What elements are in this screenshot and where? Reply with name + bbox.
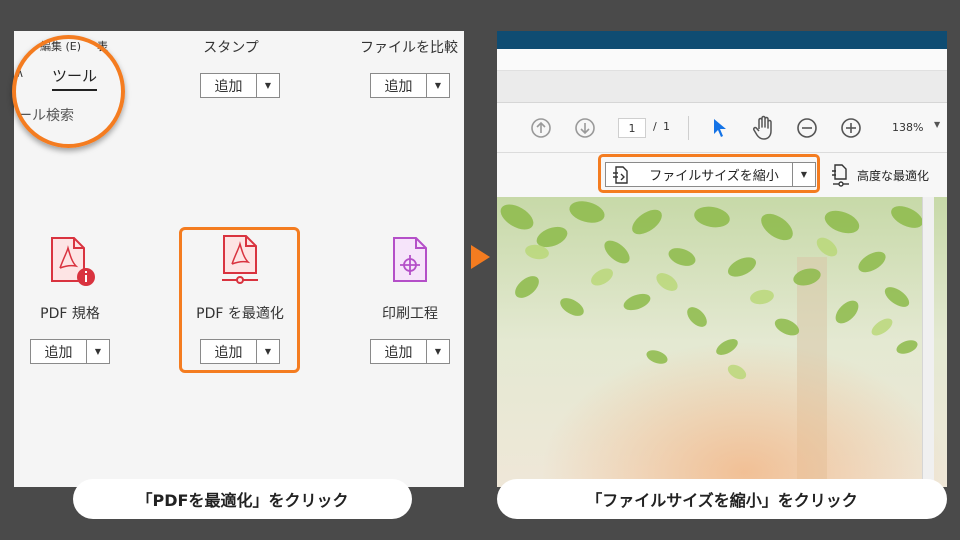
next-step-arrow-icon [471,245,490,269]
magnifier-highlight [12,35,125,148]
title-bar [497,31,947,49]
chevron-down-icon[interactable]: ▼ [87,340,109,363]
page-up-icon[interactable] [530,117,552,139]
page-separator: / [653,120,657,133]
chevron-down-icon[interactable]: ▼ [427,340,449,363]
reduce-file-size-label[interactable]: ファイルサイズを縮小 [636,163,793,186]
reduce-file-size-button[interactable]: ファイルサイズを縮小 ▼ [605,162,816,187]
caption-step-2: 「ファイルサイズを縮小」をクリック [497,479,947,519]
optimize-pdf-highlight [179,227,300,373]
add-label[interactable]: 追加 [201,74,257,97]
zoom-chevron-down-icon[interactable]: ▼ [934,120,940,129]
chevron-down-icon[interactable]: ▼ [427,74,449,97]
leaves-photo [497,197,947,487]
pdf-standards-icon[interactable] [46,235,96,289]
document-page-image [497,197,947,487]
tool-label-pdf-standards: PDF 規格 [40,306,100,322]
navigation-toolbar: 1 / 1 138% ▼ [497,103,947,153]
menu-bar [497,49,947,71]
chevron-down-icon[interactable]: ▼ [257,74,279,97]
zoom-out-icon[interactable] [796,117,818,139]
zoom-in-icon[interactable] [840,117,862,139]
vertical-scrollbar[interactable] [922,197,934,487]
add-pdf-standards-button[interactable]: 追加 ▼ [30,339,110,364]
add-compare-button[interactable]: 追加 ▼ [370,73,450,98]
add-label[interactable]: 追加 [371,74,427,97]
add-stamp-button[interactable]: 追加 ▼ [200,73,280,98]
page-total: 1 [663,120,670,133]
print-production-icon[interactable] [388,235,438,289]
advanced-optimization-icon[interactable] [831,163,851,187]
acrobat-document-view: 1 / 1 138% ▼ ファイルサイズを縮小 ▼ 高度な最適化 [497,31,947,487]
chevron-down-icon[interactable]: ▼ [793,163,815,186]
add-label[interactable]: 追加 [31,340,87,363]
zoom-level-field[interactable]: 138% [882,115,930,139]
select-arrow-icon[interactable] [711,117,729,139]
toolbar-divider [688,116,689,140]
add-label[interactable]: 追加 [371,340,427,363]
advanced-optimization-label[interactable]: 高度な最適化 [857,167,929,184]
tool-label-compare: ファイルを比較 [360,40,458,56]
tool-label-stamp: スタンプ [203,40,259,56]
caption-step-1: 「PDFを最適化」をクリック [73,479,412,519]
hand-icon[interactable] [752,115,776,141]
tool-label-print-production: 印刷工程 [382,306,438,322]
page-number-input[interactable]: 1 [618,118,646,138]
reduce-file-size-icon [606,163,636,186]
tab-bar [497,71,947,103]
add-print-production-button[interactable]: 追加 ▼ [370,339,450,364]
page-down-icon[interactable] [574,117,596,139]
